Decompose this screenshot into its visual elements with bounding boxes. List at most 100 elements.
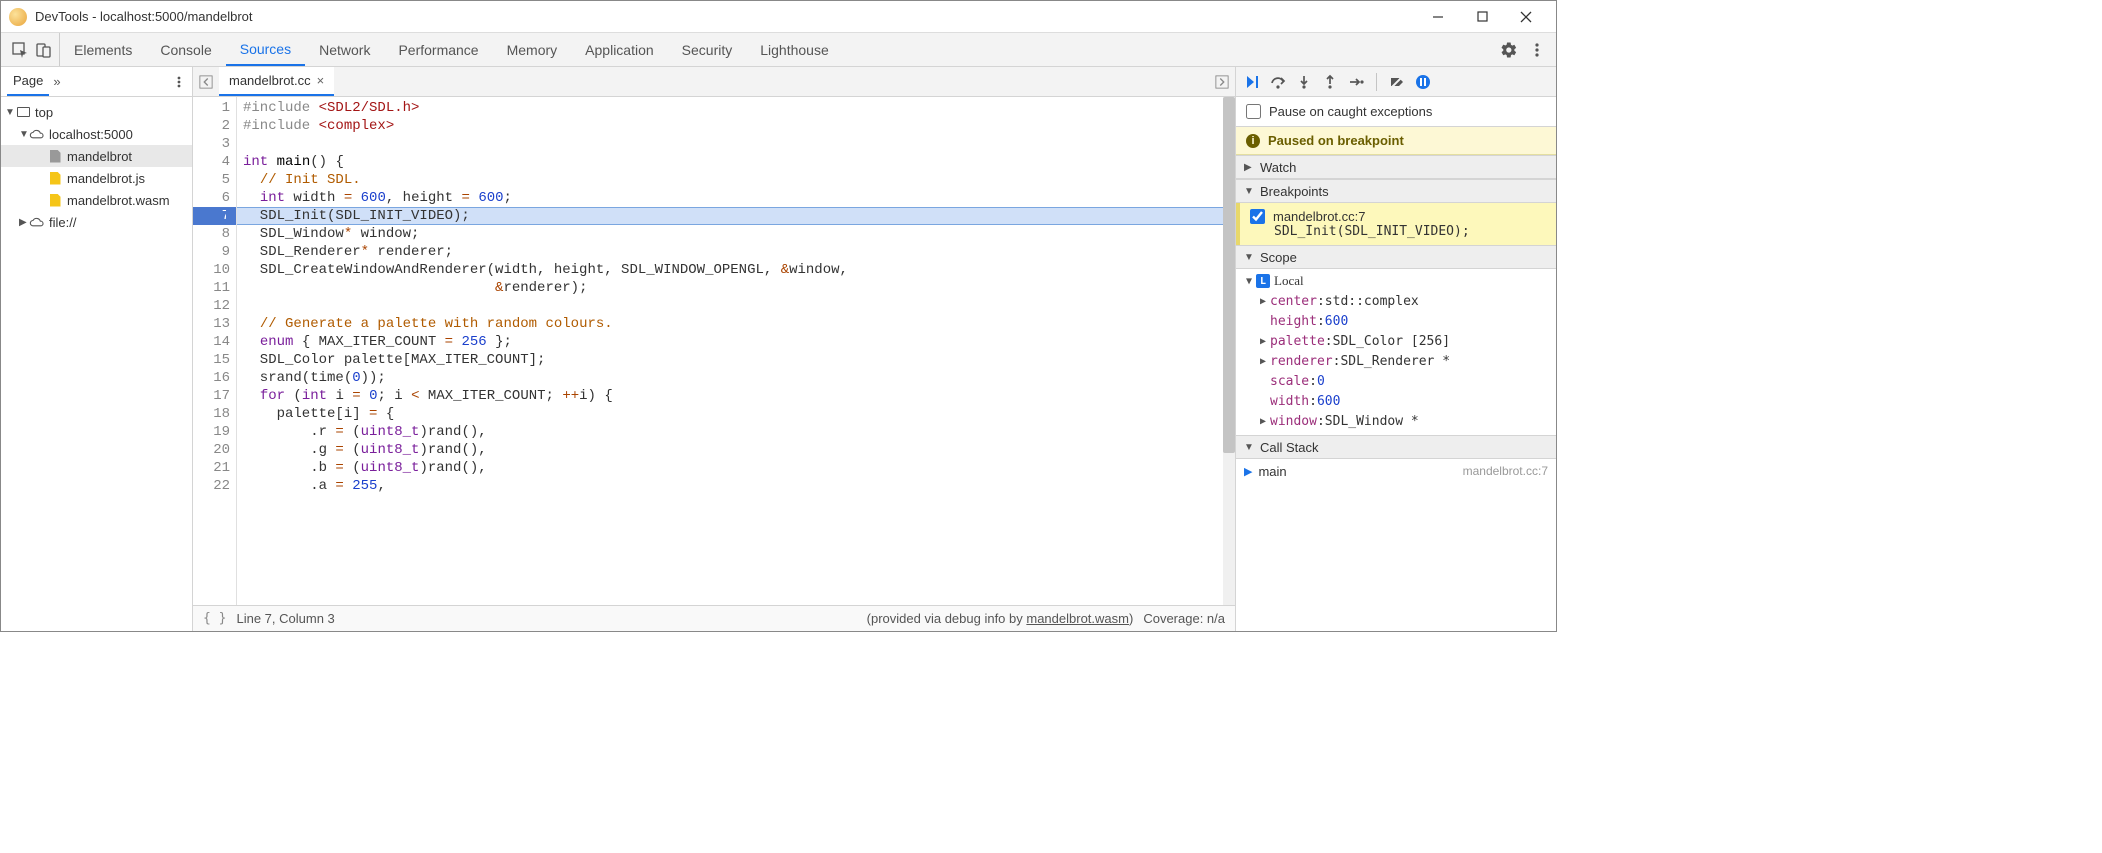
section-scope[interactable]: ▼ Scope bbox=[1236, 245, 1556, 269]
inspect-element-button[interactable] bbox=[11, 41, 29, 59]
pause-exceptions-button[interactable] bbox=[1415, 74, 1431, 90]
step-out-button[interactable] bbox=[1322, 74, 1338, 90]
code-line[interactable]: .r = (uint8_t)rand(), bbox=[237, 423, 1235, 441]
code-line[interactable] bbox=[237, 135, 1235, 153]
gutter-line[interactable]: 8 bbox=[193, 225, 236, 243]
maximize-button[interactable] bbox=[1460, 1, 1504, 32]
pretty-print-button[interactable]: { } bbox=[203, 611, 226, 626]
gutter-line[interactable]: 6 bbox=[193, 189, 236, 207]
gutter-line[interactable]: 18 bbox=[193, 405, 236, 423]
gutter-line[interactable]: 3 bbox=[193, 135, 236, 153]
gutter-line[interactable]: 15 bbox=[193, 351, 236, 369]
navigator-overflow-button[interactable]: » bbox=[49, 74, 64, 89]
step-over-button[interactable] bbox=[1270, 74, 1286, 90]
tree-file-mandelbrot-wasm[interactable]: mandelbrot.wasm bbox=[1, 189, 192, 211]
deactivate-breakpoints-button[interactable] bbox=[1389, 74, 1405, 90]
tab-console[interactable]: Console bbox=[146, 33, 225, 66]
gutter-line[interactable]: 11 bbox=[193, 279, 236, 297]
tree-file-scheme[interactable]: ▶ file:// bbox=[1, 211, 192, 233]
code-area[interactable]: #include <SDL2/SDL.h>#include <complex>i… bbox=[237, 97, 1235, 605]
gutter-line[interactable]: 20 bbox=[193, 441, 236, 459]
gutter-line[interactable]: 19 bbox=[193, 423, 236, 441]
code-line[interactable]: SDL_CreateWindowAndRenderer(width, heigh… bbox=[237, 261, 1235, 279]
tab-application[interactable]: Application bbox=[571, 33, 668, 66]
tab-lighthouse[interactable]: Lighthouse bbox=[746, 33, 843, 66]
code-line[interactable]: enum { MAX_ITER_COUNT = 256 }; bbox=[237, 333, 1235, 351]
navigator-tab-page[interactable]: Page bbox=[7, 67, 49, 96]
breakpoint-checkbox[interactable] bbox=[1250, 209, 1265, 224]
scope-variable[interactable]: height: 600 bbox=[1236, 311, 1556, 331]
code-line[interactable]: SDL_Color palette[MAX_ITER_COUNT]; bbox=[237, 351, 1235, 369]
code-line[interactable]: // Generate a palette with random colour… bbox=[237, 315, 1235, 333]
step-button[interactable] bbox=[1348, 74, 1364, 90]
tree-file-mandelbrot-js[interactable]: mandelbrot.js bbox=[1, 167, 192, 189]
scope-variable[interactable]: ▶center: std::complex bbox=[1236, 291, 1556, 311]
code-line[interactable]: &renderer); bbox=[237, 279, 1235, 297]
provided-link[interactable]: mandelbrot.wasm bbox=[1026, 611, 1129, 626]
code-line[interactable]: .b = (uint8_t)rand(), bbox=[237, 459, 1235, 477]
section-callstack[interactable]: ▼ Call Stack bbox=[1236, 435, 1556, 459]
gutter-line[interactable]: 5 bbox=[193, 171, 236, 189]
code-line[interactable]: palette[i] = { bbox=[237, 405, 1235, 423]
tree-host[interactable]: ▼ localhost:5000 bbox=[1, 123, 192, 145]
step-into-button[interactable] bbox=[1296, 74, 1312, 90]
tab-elements[interactable]: Elements bbox=[60, 33, 146, 66]
section-breakpoints[interactable]: ▼ Breakpoints bbox=[1236, 179, 1556, 203]
tree-file-mandelbrot[interactable]: mandelbrot bbox=[1, 145, 192, 167]
code-line[interactable]: .a = 255, bbox=[237, 477, 1235, 495]
gutter-line[interactable]: 13 bbox=[193, 315, 236, 333]
scope-variable[interactable]: ▶palette: SDL_Color [256] bbox=[1236, 331, 1556, 351]
gutter-line[interactable]: 22 bbox=[193, 477, 236, 495]
scope-variable[interactable]: scale: 0 bbox=[1236, 371, 1556, 391]
gutter-line[interactable]: 21 bbox=[193, 459, 236, 477]
nav-forward-button[interactable] bbox=[1209, 75, 1235, 89]
settings-button[interactable] bbox=[1500, 41, 1518, 59]
gutter-line[interactable]: 7 bbox=[193, 207, 236, 225]
close-button[interactable] bbox=[1504, 1, 1548, 32]
code-line[interactable]: .g = (uint8_t)rand(), bbox=[237, 441, 1235, 459]
code-line[interactable] bbox=[237, 297, 1235, 315]
code-line[interactable]: srand(time(0)); bbox=[237, 369, 1235, 387]
code-line[interactable]: SDL_Init(SDL_INIT_VIDEO); bbox=[237, 207, 1235, 225]
gutter-line[interactable]: 10 bbox=[193, 261, 236, 279]
code-editor[interactable]: 12345678910111213141516171819202122 #inc… bbox=[193, 97, 1235, 605]
resume-button[interactable] bbox=[1244, 74, 1260, 90]
gutter-line[interactable]: 1 bbox=[193, 99, 236, 117]
code-line[interactable]: int main() { bbox=[237, 153, 1235, 171]
section-watch[interactable]: ▶ Watch bbox=[1236, 155, 1556, 179]
breakpoint-row[interactable]: mandelbrot.cc:7 bbox=[1250, 209, 1546, 224]
gutter-line[interactable]: 16 bbox=[193, 369, 236, 387]
code-line[interactable]: SDL_Window* window; bbox=[237, 225, 1235, 243]
scope-variable[interactable]: width: 600 bbox=[1236, 391, 1556, 411]
tab-network[interactable]: Network bbox=[305, 33, 384, 66]
callstack-frame[interactable]: ▶ main mandelbrot.cc:7 bbox=[1236, 459, 1556, 483]
gutter-line[interactable]: 12 bbox=[193, 297, 236, 315]
code-line[interactable]: for (int i = 0; i < MAX_ITER_COUNT; ++i)… bbox=[237, 387, 1235, 405]
scope-variable[interactable]: ▶window: SDL_Window * bbox=[1236, 411, 1556, 431]
tab-sources[interactable]: Sources bbox=[226, 33, 305, 66]
tab-memory[interactable]: Memory bbox=[493, 33, 572, 66]
navigator-more-button[interactable] bbox=[172, 75, 186, 89]
tab-security[interactable]: Security bbox=[668, 33, 747, 66]
code-line[interactable]: #include <complex> bbox=[237, 117, 1235, 135]
tab-performance[interactable]: Performance bbox=[384, 33, 492, 66]
gutter-line[interactable]: 4 bbox=[193, 153, 236, 171]
gutter-line[interactable]: 17 bbox=[193, 387, 236, 405]
nav-back-button[interactable] bbox=[193, 75, 219, 89]
file-tab-mandelbrot-cc[interactable]: mandelbrot.cc × bbox=[219, 67, 334, 96]
pause-on-caught-checkbox[interactable] bbox=[1246, 104, 1261, 119]
more-button[interactable] bbox=[1528, 41, 1546, 59]
gutter[interactable]: 12345678910111213141516171819202122 bbox=[193, 97, 237, 605]
code-line[interactable]: SDL_Renderer* renderer; bbox=[237, 243, 1235, 261]
gutter-line[interactable]: 2 bbox=[193, 117, 236, 135]
tree-top[interactable]: ▼ top bbox=[1, 101, 192, 123]
scope-local[interactable]: ▼ L Local bbox=[1236, 271, 1556, 291]
code-line[interactable]: // Init SDL. bbox=[237, 171, 1235, 189]
code-line[interactable]: int width = 600, height = 600; bbox=[237, 189, 1235, 207]
vertical-scrollbar[interactable] bbox=[1223, 97, 1235, 605]
gutter-line[interactable]: 14 bbox=[193, 333, 236, 351]
minimize-button[interactable] bbox=[1416, 1, 1460, 32]
close-tab-button[interactable]: × bbox=[317, 73, 325, 88]
gutter-line[interactable]: 9 bbox=[193, 243, 236, 261]
device-toolbar-button[interactable] bbox=[35, 41, 53, 59]
